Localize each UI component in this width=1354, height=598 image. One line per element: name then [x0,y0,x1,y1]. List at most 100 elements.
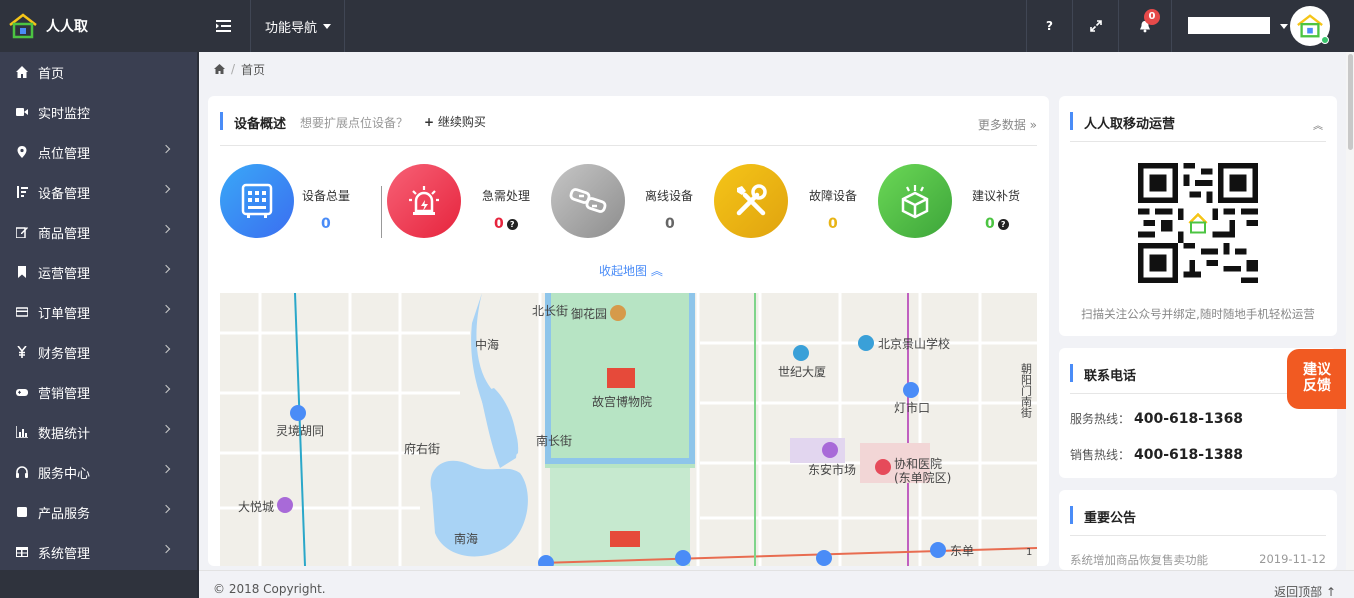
user-menu[interactable] [1171,0,1354,52]
stat-value-number: 0 [494,216,504,232]
sidebar: 首页 实时监控 点位管理设备管理商品管理 运营管理订单管理财务管理 营销管理数据统计服务… [0,52,197,570]
sidebar-item[interactable]: 设备管理 [0,172,197,212]
chevron-right-icon [161,264,171,274]
sidebar-item[interactable]: 点位管理 [0,132,197,172]
help-circle-icon[interactable]: ? [997,219,1009,230]
sales-hotline-number: 400-618-1388 [1134,447,1244,463]
bar-chart-icon [16,426,28,438]
back-to-top-link[interactable]: 返回顶部 ↑ [1274,583,1336,598]
stat-value: 0 [828,216,838,232]
more-data-label: 更多数据 [977,118,1026,132]
notice-date: 2019-11-12 [1259,552,1326,566]
logo[interactable]: 人人取 [0,0,197,52]
plus-icon: + [424,115,435,129]
scrollbar-thumb[interactable] [1348,54,1353,150]
avatar[interactable] [1290,6,1330,46]
back-to-top-label: 返回顶部 [1274,585,1323,598]
sidebar-item[interactable]: 服务中心 [0,452,197,492]
sidebar-item[interactable]: 订单管理 [0,292,197,332]
map-label: 南海 [454,531,478,546]
feedback-button[interactable]: 建议 反馈 [1287,349,1347,409]
question-icon: ? [1046,19,1053,33]
map-label: 1 [1026,547,1032,558]
sidebar-item[interactable]: 商品管理 [0,212,197,252]
headphones-icon [16,466,28,478]
expand-icon [1089,20,1102,32]
help-circle-icon[interactable]: ? [506,219,518,230]
continue-buy-link[interactable]: + 继续购买 [424,113,486,130]
notice-title: 重要公告 [1084,511,1137,526]
stat-label: 设备总量 [302,189,351,203]
help-button[interactable]: ? [1026,0,1072,52]
sidebar-item[interactable]: 首页 [0,52,197,92]
home-icon[interactable] [214,64,225,74]
stat-faulty[interactable]: 故障设备 0 [714,164,864,240]
function-nav-dropdown[interactable]: 功能导航 [252,0,345,52]
gamepad-icon [16,386,28,398]
sidebar-item[interactable]: 营销管理 [0,372,197,412]
map-park [550,468,690,566]
card-header: 重要公告 [1070,502,1326,536]
map-label: 府右街 [404,441,440,456]
map-label: 大悦城 [238,500,274,514]
map-label: 南长街 [536,433,572,448]
sidebar-item[interactable]: 产品服务 [0,492,197,532]
tools-icon [736,184,767,216]
collapse-map-link[interactable]: 收起地图 ︽ [599,262,663,279]
notice-item[interactable]: 系统增加商品恢复售卖功能 2019-11-12 [1070,552,1326,568]
arrow-up-icon: ↑ [1325,585,1336,598]
chevron-right-icon [161,144,171,154]
stat-circle [387,164,461,238]
map-label: 御花园 [571,306,607,321]
sidebar-item-label: 数据统计 [38,426,91,442]
collapse-chevron-icon[interactable]: ︽ [1313,117,1323,132]
stat-total-devices[interactable]: 设备总量 0 [220,164,370,240]
sidebar-item[interactable]: 系统管理 [0,532,197,572]
indent-icon [216,20,231,32]
map-label-text: 北长街 [532,304,568,318]
stat-offline[interactable]: 离线设备 0 [551,164,701,240]
title-accent-bar [220,112,223,130]
double-angle-right-icon: » [1029,118,1037,132]
collapse-map-label: 收起地图 [599,264,648,278]
map-lake [480,388,517,468]
sidebar-item[interactable]: 财务管理 [0,332,197,372]
device-map[interactable]: 北长街 御花园 中海 故宫博物院 北京景山学校 世纪大厦 灯市口 灵境胡同 府右… [220,293,1037,566]
caret-down-icon [323,23,331,29]
service-hotline-label: 服务热线： [1070,412,1131,426]
credit-card-icon [16,306,28,318]
title-accent-bar [1070,364,1073,382]
sidebar-item-label: 设备管理 [38,186,91,202]
sidebar-item[interactable]: 数据统计 [0,412,197,452]
sales-hotline-label: 销售热线： [1070,448,1131,462]
broken-link-icon [569,188,607,213]
notifications-button[interactable]: 0 [1118,0,1171,52]
map-label: 协和医院 [894,456,942,471]
stat-restock[interactable]: 建议补货 0? [878,164,1028,240]
card-header: 设备概述 想要扩展点位设备？ + 继续购买 更多数据 » [220,108,1037,146]
stat-circle [878,164,952,238]
stat-label: 故障设备 [809,189,858,203]
caret-down-icon [1280,24,1288,29]
menu-toggle-button[interactable] [197,0,251,52]
square-icon [16,506,28,518]
sidebar-item-label: 订单管理 [38,306,91,322]
stat-urgent[interactable]: 急需处理 0? [387,164,537,240]
map-label: (东单院区) [894,471,951,485]
video-icon [16,106,28,118]
online-status-dot [1321,36,1329,44]
copyright: © 2018 Copyright. [213,582,326,596]
fullscreen-button[interactable] [1072,0,1118,52]
mobile-ops-title: 人人取移动运营 [1084,117,1176,132]
alarm-light-icon [409,186,439,215]
title-accent-bar [1070,506,1073,524]
sidebar-item[interactable]: 运营管理 [0,252,197,292]
map-label: 灯市口 [894,400,930,415]
yen-icon [16,346,28,358]
more-data-link[interactable]: 更多数据 » [978,116,1037,133]
app-name: 人人取 [46,19,88,35]
sidebar-item[interactable]: 实时监控 [0,92,197,132]
service-hotline: 服务热线： 400-618-1368 [1070,410,1243,427]
function-nav-label: 功能导航 [264,20,317,36]
stat-value: 0 [321,216,331,232]
